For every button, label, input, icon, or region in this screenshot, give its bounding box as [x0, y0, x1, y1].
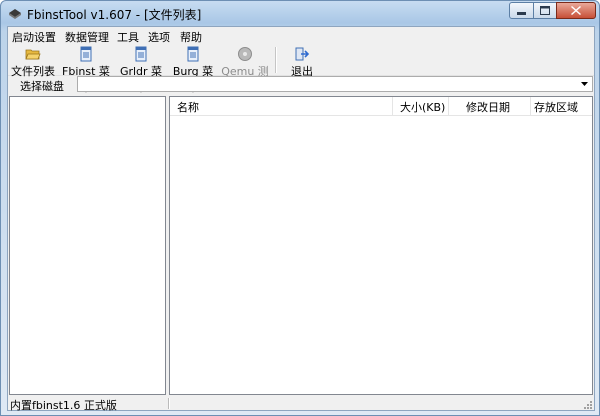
status-text: 内置fbinst1.6 正式版: [10, 399, 117, 412]
minimize-icon: [517, 11, 526, 15]
column-divider: [530, 97, 531, 115]
dropdown-arrow-icon[interactable]: [577, 77, 591, 91]
burg-menu-button[interactable]: Burg 菜单: [168, 44, 218, 94]
client-area: 启动设置 数据管理 工具 选项 帮助 文件列表 Fbinst 菜单: [7, 26, 595, 412]
close-icon: [571, 6, 581, 15]
menu-bar: 启动设置 数据管理 工具 选项 帮助: [8, 27, 594, 44]
menu-options[interactable]: 选项: [148, 29, 170, 45]
menu-help[interactable]: 帮助: [180, 29, 202, 45]
toolbar-separator: [275, 47, 277, 73]
app-icon: [9, 9, 21, 19]
folder-tree-panel[interactable]: [9, 96, 166, 395]
file-list-view[interactable]: 名称 大小(KB) 修改日期 存放区域: [169, 96, 593, 395]
folder-open-icon: [25, 49, 41, 60]
column-modified[interactable]: 修改日期: [466, 99, 510, 115]
window-title: FbinstTool v1.607 - [文件列表]: [27, 8, 202, 22]
resize-grip-icon[interactable]: [583, 400, 593, 410]
column-name[interactable]: 名称: [177, 99, 199, 115]
exit-button[interactable]: 退出: [286, 44, 318, 78]
menu-document-icon: [80, 46, 92, 62]
toolbar: 文件列表 Fbinst 菜单 Grldr 菜单: [8, 44, 594, 94]
disk-select[interactable]: [77, 76, 593, 92]
column-storage[interactable]: 存放区域: [534, 99, 578, 115]
menu-document-icon: [187, 46, 199, 62]
qemu-test-button[interactable]: Qemu 测试: [219, 44, 271, 94]
grldr-menu-button[interactable]: Grldr 菜单: [115, 44, 167, 94]
menu-boot-settings[interactable]: 启动设置: [12, 29, 56, 45]
column-divider: [448, 97, 449, 115]
maximize-button[interactable]: [533, 2, 557, 19]
disk-selector-row: 选择磁盘: [8, 76, 594, 94]
title-bar[interactable]: FbinstTool v1.607 - [文件列表]: [1, 1, 599, 25]
maximize-icon: [540, 6, 550, 15]
qemu-disc-icon: [238, 47, 252, 61]
disk-label: 选择磁盘: [20, 80, 64, 93]
status-bar: 内置fbinst1.6 正式版: [8, 397, 594, 412]
list-header: 名称 大小(KB) 修改日期 存放区域: [170, 97, 592, 116]
status-divider: [168, 398, 170, 409]
menu-tools[interactable]: 工具: [117, 29, 139, 45]
app-window: FbinstTool v1.607 - [文件列表] 启动设置 数据管理 工具 …: [0, 0, 600, 416]
menu-document-icon: [135, 46, 147, 62]
column-divider: [392, 97, 393, 115]
exit-door-icon: [295, 47, 310, 61]
fbinst-menu-button[interactable]: Fbinst 菜单: [58, 44, 114, 94]
minimize-button[interactable]: [509, 2, 534, 19]
column-size[interactable]: 大小(KB): [400, 99, 445, 115]
file-list-button[interactable]: 文件列表: [10, 44, 56, 78]
close-button[interactable]: [556, 2, 596, 19]
menu-data-management[interactable]: 数据管理: [65, 29, 109, 45]
